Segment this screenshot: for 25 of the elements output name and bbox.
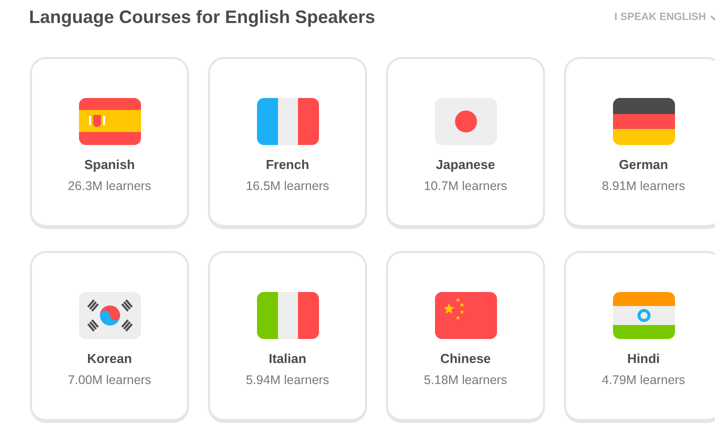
learner-count: 7.00M learners (68, 372, 152, 388)
course-name: Korean (87, 351, 132, 367)
course-card[interactable]: Chinese 5.18M learners (386, 251, 545, 423)
course-name: Hindi (627, 351, 660, 367)
page-title: Language Courses for English Speakers (29, 6, 376, 29)
course-card[interactable]: Japanese 10.7M learners (386, 57, 545, 229)
course-card[interactable]: Korean 7.00M learners (30, 251, 189, 423)
learner-count: 16.5M learners (246, 178, 330, 194)
learner-count: 5.94M learners (246, 372, 330, 388)
course-name: Italian (268, 351, 306, 367)
course-name: Japanese (436, 157, 496, 173)
learner-count: 5.18M learners (424, 372, 508, 388)
course-card[interactable]: French 16.5M learners (208, 57, 367, 229)
course-name: Spanish (84, 157, 135, 173)
course-name: Chinese (440, 351, 491, 367)
learner-count: 8.91M learners (602, 178, 686, 194)
course-card[interactable]: Spanish 26.3M learners (30, 57, 189, 229)
learner-count: 4.79M learners (602, 372, 686, 388)
learner-count: 10.7M learners (424, 178, 508, 194)
course-name: French (266, 157, 310, 173)
learner-count: 26.3M learners (68, 178, 152, 194)
course-name: German (618, 157, 668, 173)
course-card[interactable]: German 8.91M learners (564, 57, 715, 229)
course-card[interactable]: Italian 5.94M learners (208, 251, 367, 423)
course-card[interactable]: Hindi 4.79M learners (564, 251, 715, 423)
